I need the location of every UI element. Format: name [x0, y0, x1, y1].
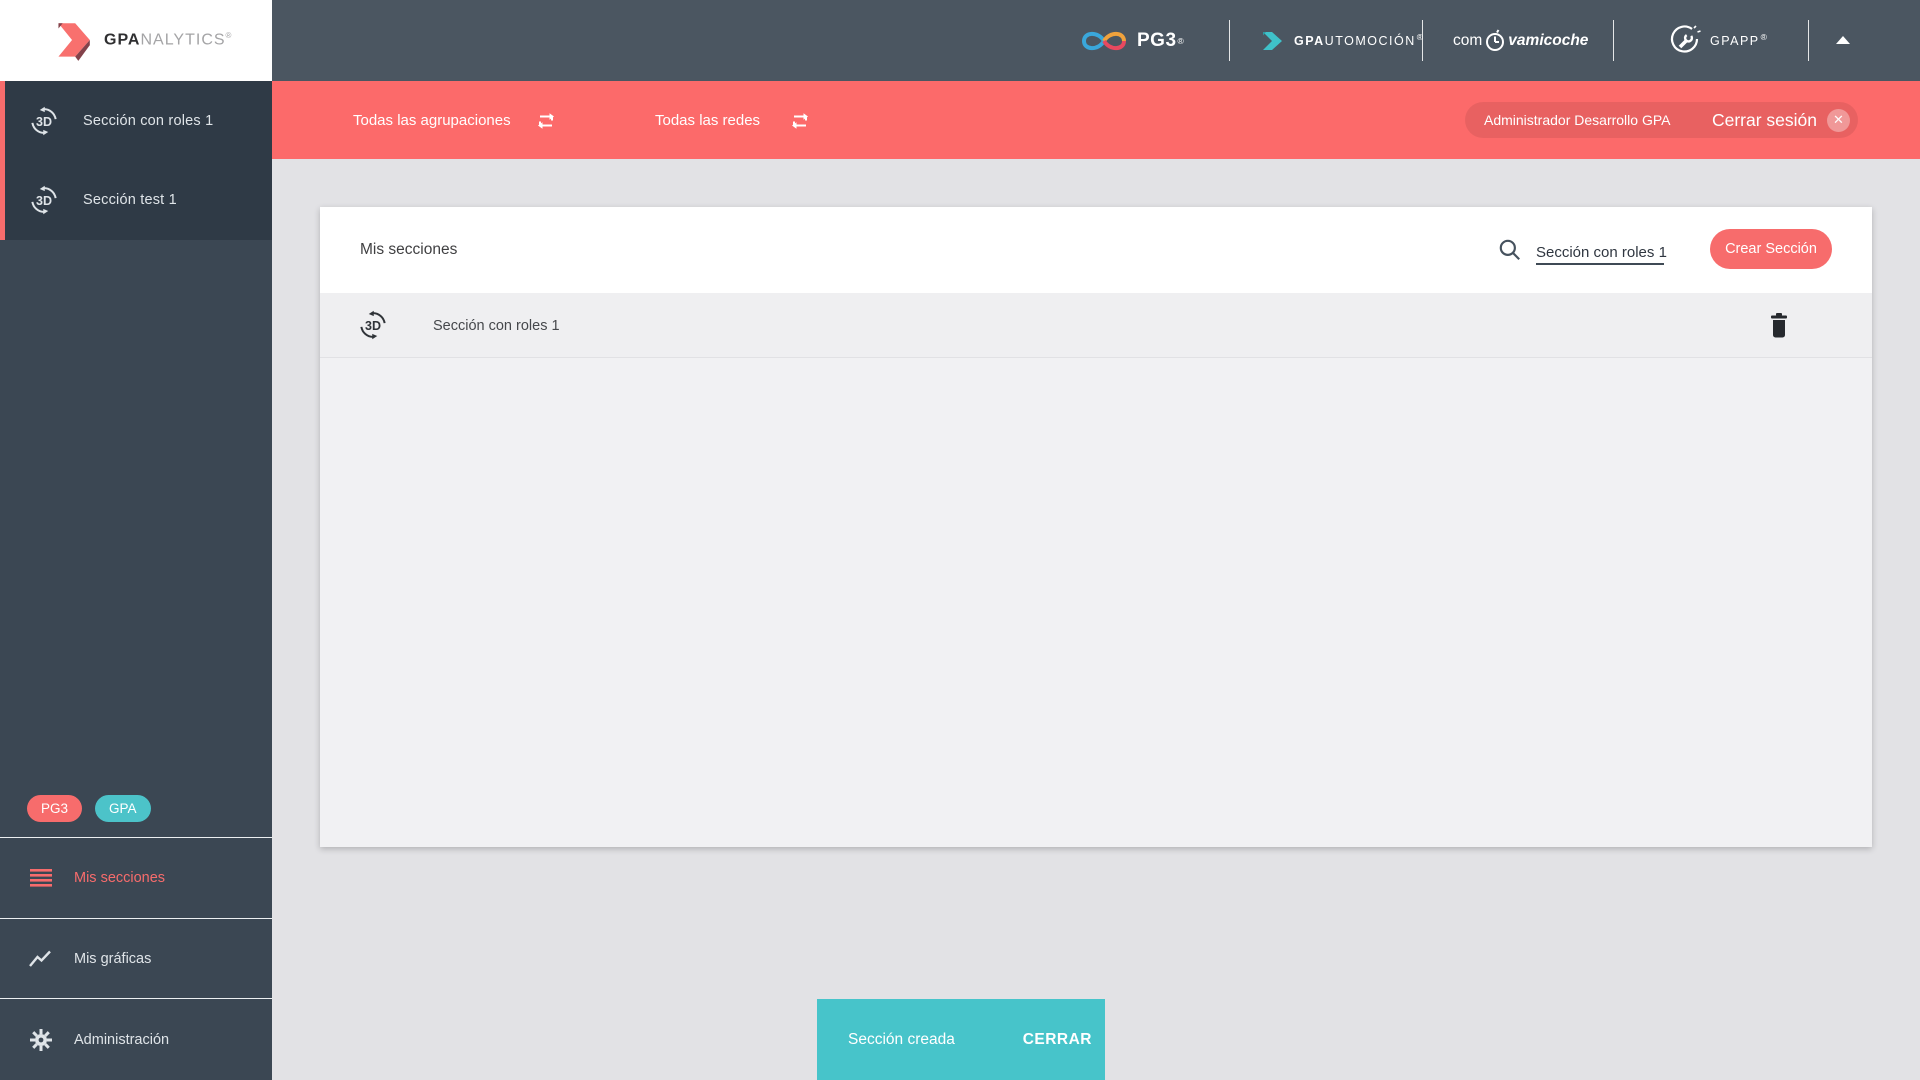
sidebar-item-seccion-test-1[interactable]: 3D Sección test 1: [5, 160, 272, 239]
sidebar-item-seccion-con-roles-1[interactable]: 3D Sección con roles 1: [5, 81, 272, 160]
compravamicoche-label-part2: vamicoche: [1508, 31, 1589, 49]
gpapp-wrench-icon: [1670, 24, 1701, 53]
clock-icon: [1486, 28, 1505, 51]
gpanalytics-logo-icon: [58, 22, 90, 61]
logout-close-icon[interactable]: ✕: [1827, 108, 1850, 132]
search-icon[interactable]: [1497, 237, 1523, 263]
svg-text:3D: 3D: [365, 319, 381, 333]
svg-text:3D: 3D: [36, 194, 52, 208]
header-divider: [1613, 20, 1614, 61]
sidebar-item-label: Mis gráficas: [74, 950, 152, 967]
search-input[interactable]: Sección con roles 1: [1536, 239, 1667, 265]
section-row-seccion-con-roles-1[interactable]: 3D Sección con roles 1: [320, 293, 1872, 358]
search-input-value: Sección con roles 1: [1536, 244, 1667, 261]
line-chart-icon: [29, 950, 51, 967]
sidebar-item-administracion[interactable]: Administración: [0, 999, 272, 1080]
sidebar-item-mis-secciones[interactable]: Mis secciones: [0, 838, 272, 918]
menu-icon: [30, 869, 52, 887]
pg3-infinity-icon: [1081, 31, 1126, 50]
swap-networks-icon[interactable]: [788, 109, 812, 133]
gpanalytics-logo: GPANALYTICS®: [0, 0, 272, 81]
compravamicoche-label-part1: com: [1453, 31, 1483, 49]
gpautomocion-brand-logo: GPAUTOMOCIÓN®: [1260, 0, 1424, 81]
pg3-badge[interactable]: PG3: [27, 795, 83, 822]
svg-text:3D: 3D: [36, 115, 52, 129]
sidebar: GPANALYTICS® 3D Sección con roles 1 3D S…: [0, 0, 272, 1080]
page-title: Mis secciones: [360, 241, 458, 258]
gpanalytics-logo-text: GPANALYTICS®: [104, 31, 233, 49]
pg3-brand-logo: PG3 ®: [1080, 0, 1184, 81]
sidebar-item-label: Sección con roles 1: [83, 112, 214, 129]
3d-rotation-icon: 3D: [31, 185, 57, 214]
swap-groupings-icon[interactable]: [534, 109, 558, 133]
sidebar-item-mis-graficas[interactable]: Mis gráficas: [0, 919, 272, 998]
main-panel: Mis secciones Sección con roles 1 Crear …: [320, 207, 1872, 847]
sidebar-sections-group: 3D Sección con roles 1 3D Sección test 1: [0, 81, 272, 240]
header-divider: [1422, 20, 1423, 61]
gpa-badge[interactable]: GPA: [95, 795, 151, 822]
top-header: PG3 ® GPAUTOMOCIÓN® com vamicoche GPAPP®: [272, 0, 1920, 81]
trash-icon[interactable]: [1768, 313, 1790, 339]
gpautomocion-brand-label: GPAUTOMOCIÓN®: [1294, 32, 1425, 49]
collapse-header-caret-icon[interactable]: [1836, 36, 1850, 44]
sidebar-item-label: Administración: [74, 1031, 170, 1048]
section-row-label: Sección con roles 1: [433, 317, 560, 334]
3d-rotation-icon: 3D: [31, 106, 57, 135]
panel-header: Mis secciones Sección con roles 1 Crear …: [320, 207, 1872, 293]
header-divider: [1229, 20, 1230, 61]
filter-all-groupings[interactable]: Todas las agrupaciones: [353, 81, 511, 159]
gpapp-brand-logo: GPAPP®: [1668, 0, 1768, 81]
sidebar-item-label: Sección test 1: [83, 191, 177, 208]
filter-bar: Todas las agrupaciones Todas las redes A…: [272, 81, 1920, 159]
toast-close-button[interactable]: CERRAR: [1023, 1031, 1092, 1049]
logout-button[interactable]: Cerrar sesión: [1712, 110, 1817, 131]
gear-icon: [30, 1028, 52, 1051]
pg3-brand-label: PG3: [1137, 29, 1177, 51]
filter-all-networks[interactable]: Todas las redes: [655, 81, 760, 159]
create-section-button[interactable]: Crear Sección: [1710, 229, 1832, 269]
gpautomocion-arrow-icon: [1263, 31, 1282, 50]
3d-rotation-icon: 3D: [360, 310, 386, 340]
header-divider: [1808, 20, 1809, 61]
sidebar-badges: PG3 GPA: [27, 795, 151, 822]
gpapp-brand-label: GPAPP®: [1710, 32, 1769, 49]
current-user-label: Administrador Desarrollo GPA: [1484, 112, 1671, 128]
sections-list: 3D Sección con roles 1: [320, 293, 1872, 847]
toast-notification: Sección creada CERRAR: [817, 999, 1105, 1080]
session-pill: Administrador Desarrollo GPA Cerrar sesi…: [1465, 102, 1858, 138]
sidebar-item-label: Mis secciones: [74, 870, 166, 886]
toast-message: Sección creada: [848, 1030, 955, 1048]
compravamicoche-brand-logo: com vamicoche: [1453, 0, 1588, 81]
